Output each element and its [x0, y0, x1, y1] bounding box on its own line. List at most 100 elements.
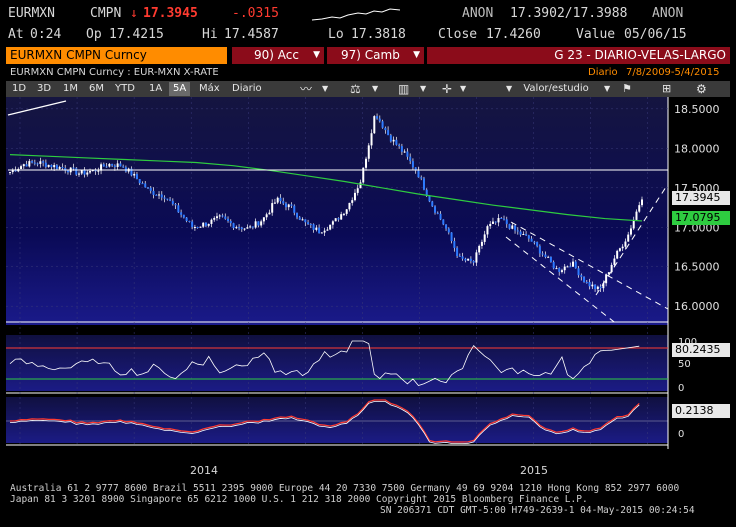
- candle-body: [583, 276, 586, 283]
- candle-body: [370, 133, 373, 146]
- period-3d-button[interactable]: 3D: [33, 82, 55, 96]
- candle-body: [591, 284, 594, 287]
- candle-body: [365, 158, 368, 168]
- candle-body: [141, 183, 144, 185]
- period-5a-button[interactable]: 5A: [169, 82, 191, 96]
- candle-body: [133, 173, 136, 176]
- candle-body: [318, 227, 321, 234]
- candle-body: [271, 203, 274, 213]
- candle-body: [166, 198, 169, 200]
- macd-tick-label: 0: [678, 429, 684, 440]
- candle-icon[interactable]: ▥: [394, 82, 413, 96]
- dropdown-arrow-icon[interactable]: ▼: [600, 82, 614, 96]
- candle-body: [632, 219, 635, 229]
- candle-body: [387, 130, 390, 136]
- period-1d-button[interactable]: 1D: [8, 82, 30, 96]
- candle-body: [450, 232, 453, 242]
- candle-body: [373, 116, 376, 134]
- candle-body: [89, 171, 92, 173]
- candle-body: [403, 151, 406, 153]
- candle-body: [240, 227, 243, 230]
- candle-body: [326, 229, 329, 231]
- candle-body: [122, 166, 125, 168]
- candle-body: [152, 190, 155, 195]
- security-field[interactable]: EURMXN CMPN Curncy: [6, 47, 227, 64]
- settings-gear-icon[interactable]: ⚙: [692, 82, 711, 96]
- candle-body: [503, 218, 506, 220]
- candle-body: [257, 221, 260, 226]
- candle-body: [25, 164, 28, 167]
- period-ytd-button[interactable]: YTD: [111, 82, 139, 96]
- candle-body: [351, 200, 354, 203]
- period-1a-button[interactable]: 1A: [145, 82, 166, 96]
- line-chart-icon[interactable]: 〰: [296, 82, 316, 96]
- candle-body: [191, 221, 194, 228]
- frequency-dropdown[interactable]: Diario ▼: [228, 82, 280, 107]
- candle-body: [472, 260, 475, 263]
- candle-body: [55, 165, 58, 169]
- bid-ask: 17.3902/17.3988: [510, 6, 628, 21]
- candle-body: [638, 205, 641, 212]
- candle-body: [478, 245, 481, 253]
- crosshair-icon[interactable]: ✛: [438, 82, 456, 96]
- candle-body: [66, 170, 69, 173]
- candle-body: [367, 145, 370, 159]
- candle-body: [61, 166, 64, 169]
- dropdown-arrow-icon[interactable]: ▼: [456, 82, 470, 96]
- expand-icon[interactable]: ⊞: [658, 82, 675, 96]
- candle-body: [505, 219, 508, 225]
- candle-body: [340, 214, 343, 220]
- at-time: 0:24: [30, 27, 62, 42]
- intraday-sparkline: [311, 8, 401, 21]
- candle-body: [588, 282, 591, 287]
- study-dropdown[interactable]: ▼ Valor/estudio: [502, 82, 593, 96]
- candle-body: [213, 218, 216, 220]
- candle-body: [31, 161, 34, 163]
- candle-body: [461, 256, 464, 259]
- candle-body: [97, 170, 100, 172]
- y-tick-label: 16.5000: [674, 261, 720, 274]
- rsi-tick-label: 50: [678, 359, 691, 370]
- dropdown-arrow-icon[interactable]: ▼: [368, 82, 382, 96]
- candle-body: [480, 241, 483, 246]
- candle-body: [436, 212, 439, 214]
- dropdown-arrow-icon: ▼: [413, 50, 420, 60]
- period-6m-button[interactable]: 6M: [85, 82, 108, 96]
- price-chart[interactable]: 18.500018.000017.500017.000016.500016.00…: [6, 97, 732, 449]
- candle-body: [102, 164, 105, 167]
- candle-body: [610, 264, 613, 273]
- candle-body: [616, 250, 619, 259]
- period-max-button[interactable]: Máx: [195, 82, 224, 96]
- down-arrow-icon: ↓: [130, 6, 138, 21]
- dropdown-arrow-icon[interactable]: ▼: [416, 82, 430, 96]
- candle-body: [439, 213, 442, 220]
- actions-menu-button[interactable]: 90) Acc ▼: [232, 47, 324, 64]
- candle-body: [411, 161, 414, 168]
- main-panel: [6, 97, 668, 325]
- candle-body: [434, 206, 437, 213]
- period-1m-button[interactable]: 1M: [59, 82, 82, 96]
- candle-body: [613, 258, 616, 265]
- candle-body: [207, 223, 210, 226]
- actions-label: 90) Acc: [254, 48, 299, 62]
- candle-body: [519, 231, 522, 235]
- candle-body: [621, 246, 624, 249]
- candle-body: [58, 166, 61, 169]
- last-price: 17.3945: [143, 6, 198, 21]
- candle-body: [138, 179, 141, 184]
- chart-name-bar[interactable]: G 23 - DIARIO-VELAS-LARGO: [427, 47, 730, 64]
- bid-source: ANON: [462, 6, 494, 21]
- candle-body: [232, 223, 235, 229]
- candle-body: [555, 268, 558, 270]
- dropdown-arrow-icon[interactable]: ▼: [318, 82, 332, 96]
- candle-body: [323, 230, 326, 233]
- footer-contacts-line2: Japan 81 3 3201 8900 Singapore 65 6212 1…: [10, 494, 588, 505]
- compare-icon[interactable]: ⚖: [346, 82, 365, 96]
- chart-toolbar: 1D 3D 1M 6M YTD 1A 5A Máx Diario ▼ 〰 ▼ ⚖…: [6, 81, 730, 107]
- candle-body: [566, 266, 569, 268]
- candle-body: [467, 258, 470, 261]
- candle-body: [33, 162, 36, 164]
- flag-icon[interactable]: ⚑: [618, 82, 636, 96]
- candle-body: [315, 227, 318, 230]
- change-menu-button[interactable]: 97) Camb ▼: [327, 47, 424, 64]
